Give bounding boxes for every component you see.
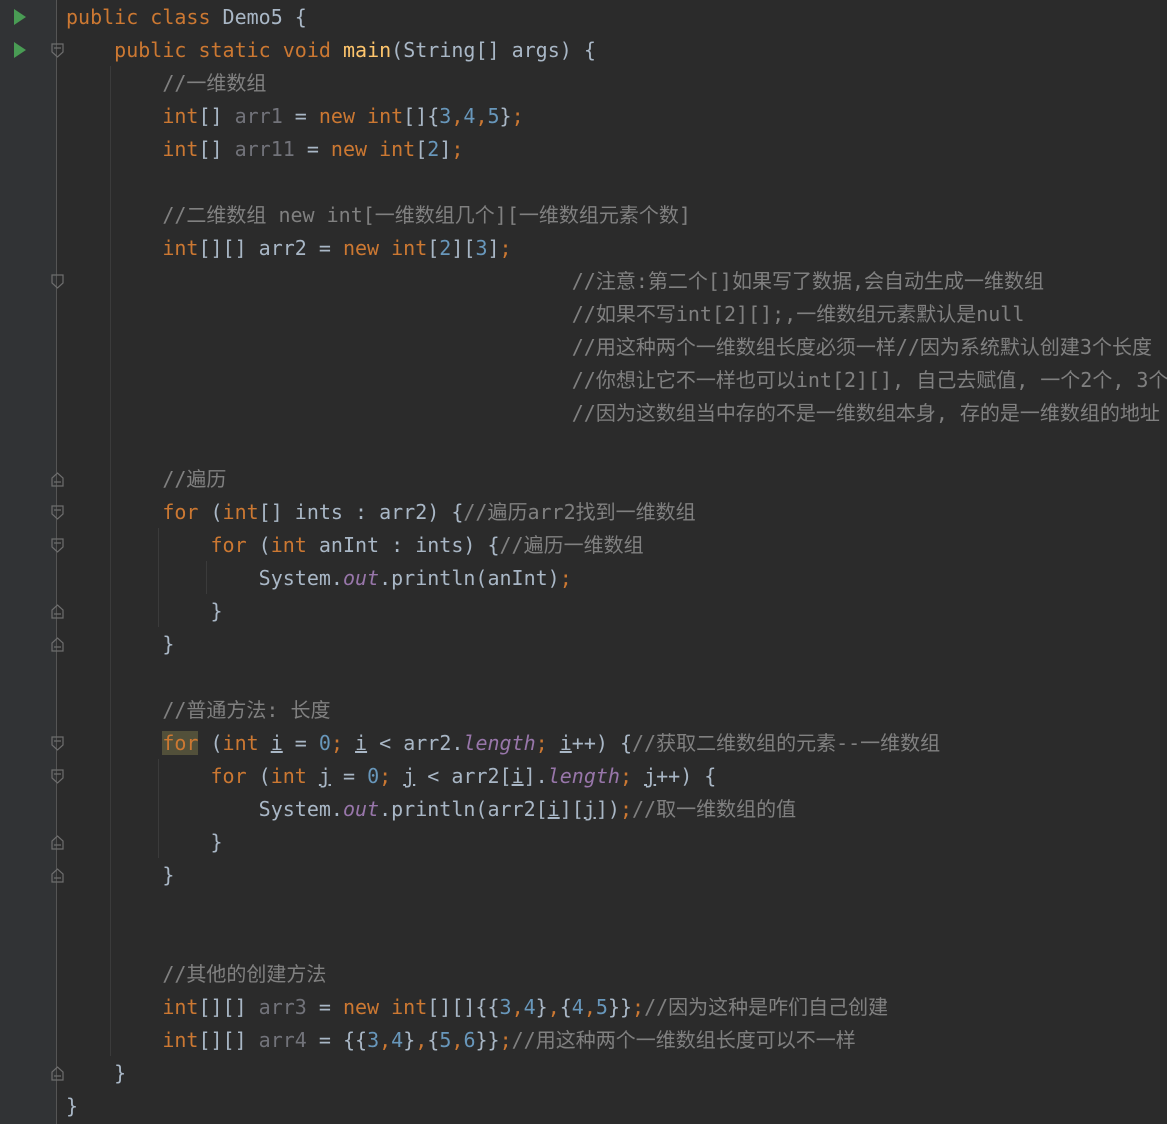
code-line[interactable]: //一维数组 — [66, 67, 266, 100]
fold-icon[interactable] — [51, 736, 64, 751]
code-line[interactable]: int[][] arr4 = {{3,4},{5,6}};//用这种两个一维数组… — [66, 1024, 855, 1057]
code-line[interactable]: } — [66, 1057, 126, 1090]
code-line[interactable]: int[] arr1 = new int[]{3,4,5}; — [66, 100, 523, 133]
code-line[interactable]: public static void main(String[] args) { — [66, 34, 596, 67]
fold-icon[interactable] — [51, 637, 64, 652]
code-line[interactable]: } — [66, 628, 174, 661]
code-line[interactable]: for (int i = 0; i < arr2.length; i++) {/… — [66, 727, 940, 760]
code-line[interactable]: int[][] arr3 = new int[][]{{3,4},{4,5}};… — [66, 991, 888, 1024]
fold-icon[interactable] — [51, 769, 64, 784]
fold-icon[interactable] — [51, 538, 64, 553]
code-line[interactable]: } — [66, 1090, 78, 1123]
code-line[interactable]: } — [66, 595, 222, 628]
code-line[interactable]: int[][] arr2 = new int[2][3]; — [66, 232, 511, 265]
code-line[interactable]: public class Demo5 { — [66, 1, 307, 34]
fold-icon[interactable] — [51, 868, 64, 883]
code-line[interactable]: //普通方法: 长度 — [66, 694, 330, 727]
code-line[interactable]: //因为这数组当中存的不是一维数组本身, 存的是一维数组的地址 — [66, 397, 1160, 430]
code-line[interactable]: for (int j = 0; j < arr2[i].length; j++)… — [66, 760, 717, 793]
code-line[interactable]: System.out.println(anInt); — [66, 562, 572, 595]
fold-icon[interactable] — [51, 604, 64, 619]
code-line[interactable]: //注意:第二个[]如果写了数据,会自动生成一维数组 — [66, 265, 1044, 298]
gutter-divider — [56, 0, 57, 1124]
code-line[interactable]: //你想让它不一样也可以int[2][], 自己去赋值, 一个2个, 3个 — [66, 364, 1167, 397]
code-line[interactable]: //遍历 — [66, 463, 226, 496]
fold-icon[interactable] — [51, 274, 64, 289]
code-line[interactable]: //如果不写int[2][];,一维数组元素默认是null — [66, 298, 1025, 331]
code-line[interactable]: //用这种两个一维数组长度必须一样//因为系统默认创建3个长度 — [66, 331, 1152, 364]
run-class-icon[interactable] — [14, 9, 26, 25]
run-main-icon[interactable] — [14, 42, 26, 58]
code-line[interactable]: System.out.println(arr2[i][j]);//取一维数组的值 — [66, 793, 796, 826]
code-line[interactable]: //二维数组 new int[一维数组几个][一维数组元素个数] — [66, 199, 691, 232]
code-editor[interactable]: public class Demo5 { public static void … — [0, 0, 1167, 1124]
editor-gutter — [0, 0, 56, 1124]
fold-icon[interactable] — [51, 505, 64, 520]
code-line[interactable]: } — [66, 826, 222, 859]
code-line[interactable]: for (int[] ints : arr2) {//遍历arr2找到一维数组 — [66, 496, 695, 529]
code-line[interactable]: int[] arr11 = new int[2]; — [66, 133, 463, 166]
fold-icon[interactable] — [51, 472, 64, 487]
fold-icon[interactable] — [51, 1066, 64, 1081]
code-line[interactable]: for (int anInt : ints) {//遍历一维数组 — [66, 529, 644, 562]
fold-icon[interactable] — [51, 43, 64, 58]
code-line[interactable]: } — [66, 859, 174, 892]
code-line[interactable]: //其他的创建方法 — [66, 958, 326, 991]
fold-icon[interactable] — [51, 835, 64, 850]
